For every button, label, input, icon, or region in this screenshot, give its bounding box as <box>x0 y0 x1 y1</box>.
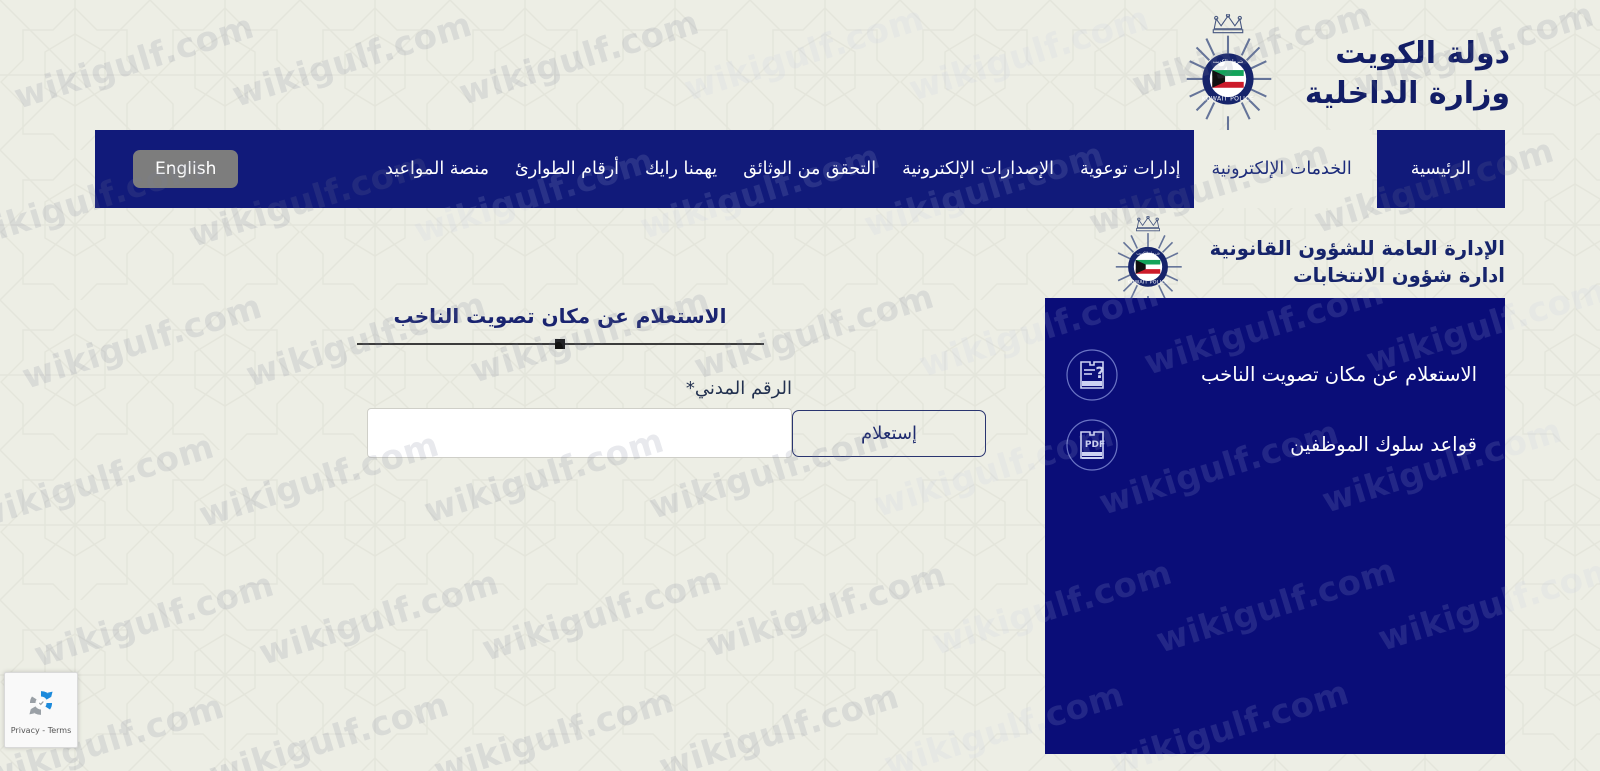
civil-number-label: الرقم المدني* <box>367 378 792 399</box>
submit-button-wrapper: إستعلام <box>792 378 986 457</box>
form-title: الاستعلام عن مكان تصويت الناخب <box>393 304 727 328</box>
nav-item-e-services[interactable]: الخدمات الإلكترونية <box>1193 130 1370 208</box>
kuwait-police-badge-icon: شرطة الكويت KUWAIT POLICE <box>1169 13 1287 134</box>
document-question-icon: ? <box>1065 348 1119 402</box>
svg-text:KUWAIT POLICE: KUWAIT POLICE <box>1127 280 1168 286</box>
civil-number-label-text: الرقم المدني <box>694 378 792 399</box>
civil-number-field-group: الرقم المدني* <box>367 378 792 458</box>
org-line-2: وزارة الداخلية <box>1304 76 1510 111</box>
main-content: الاستعلام عن مكان تصويت الناخب ? قواعد س… <box>0 298 1600 754</box>
recaptcha-badge[interactable]: Privacy - Terms <box>4 672 78 748</box>
nav-home-label: الرئيسية <box>1410 159 1471 179</box>
service-label-voter-location: الاستعلام عن مكان تصويت الناخب <box>1201 363 1477 387</box>
language-switch-button[interactable]: English <box>133 150 239 188</box>
page-root: دولة الكويت وزارة الداخلية شرطة الكويت K… <box>0 0 1600 771</box>
svg-text:شرطة الكويت: شرطة الكويت <box>1136 251 1160 256</box>
nav-separator <box>1370 130 1377 208</box>
form-field-row: إستعلام الرقم المدني* <box>95 378 1025 458</box>
kuwait-police-badge-small-icon: شرطة الكويت KUWAIT POLICE <box>1102 215 1194 310</box>
brand-text: دولة الكويت وزارة الداخلية <box>1305 34 1510 113</box>
services-sidebar: الاستعلام عن مكان تصويت الناخب ? قواعد س… <box>1045 298 1505 754</box>
title-divider <box>356 338 764 350</box>
department-header: الإدارة العامة للشؤون القانونية ادارة شؤ… <box>0 208 1600 309</box>
department-line-2: ادارة شؤون الانتخابات <box>1293 264 1505 287</box>
service-item-voter-location[interactable]: الاستعلام عن مكان تصويت الناخب ? <box>1045 340 1505 410</box>
svg-text:?: ? <box>1095 363 1104 382</box>
voter-query-form: الاستعلام عن مكان تصويت الناخب إستعلام ا… <box>95 298 1025 458</box>
svg-text:شرطة الكويت: شرطة الكويت <box>1213 59 1243 65</box>
nav-item-emergency-numbers[interactable]: أرقام الطوارئ <box>502 130 632 208</box>
submit-query-button[interactable]: إستعلام <box>792 410 986 457</box>
recaptcha-privacy-terms[interactable]: Privacy - Terms <box>11 726 72 735</box>
main-navigation: الرئيسية الخدمات الإلكترونية إدارات توعو… <box>0 130 1600 208</box>
required-marker: * <box>685 378 695 399</box>
service-label-employee-conduct-rules: قواعد سلوك الموظفين <box>1290 433 1477 457</box>
nav-item-your-opinion[interactable]: يهمنا رايك <box>632 130 730 208</box>
civil-number-input[interactable] <box>367 408 792 458</box>
recaptcha-icon <box>24 686 58 724</box>
department-line-1: الإدارة العامة للشؤون القانونية <box>1209 237 1505 261</box>
document-pdf-icon: PDF <box>1065 418 1119 472</box>
nav-item-appointments-platform[interactable]: منصة المواعيد <box>372 130 502 208</box>
brand: دولة الكويت وزارة الداخلية شرطة الكويت K… <box>1169 13 1510 134</box>
nav-item-verify-documents[interactable]: التحقق من الوثائق <box>730 130 889 208</box>
svg-text:KUWAIT POLICE: KUWAIT POLICE <box>1202 96 1254 103</box>
org-line-1: دولة الكويت <box>1335 36 1510 72</box>
nav-item-electronic-publications[interactable]: الإصدارات الإلكترونية <box>889 130 1067 208</box>
nav-item-home[interactable]: الرئيسية <box>1376 130 1505 208</box>
nav-item-awareness-departments[interactable]: إدارات توعوية <box>1067 130 1194 208</box>
service-item-employee-conduct-rules[interactable]: قواعد سلوك الموظفين PDF <box>1045 410 1505 480</box>
divider-knob <box>555 339 565 349</box>
nav-items-group: الخدمات الإلكترونية إدارات توعوية الإصدا… <box>95 130 1370 208</box>
site-header: دولة الكويت وزارة الداخلية شرطة الكويت K… <box>0 0 1600 133</box>
svg-text:PDF: PDF <box>1085 440 1105 450</box>
department-text: الإدارة العامة للشؤون القانونية ادارة شؤ… <box>1210 236 1505 289</box>
